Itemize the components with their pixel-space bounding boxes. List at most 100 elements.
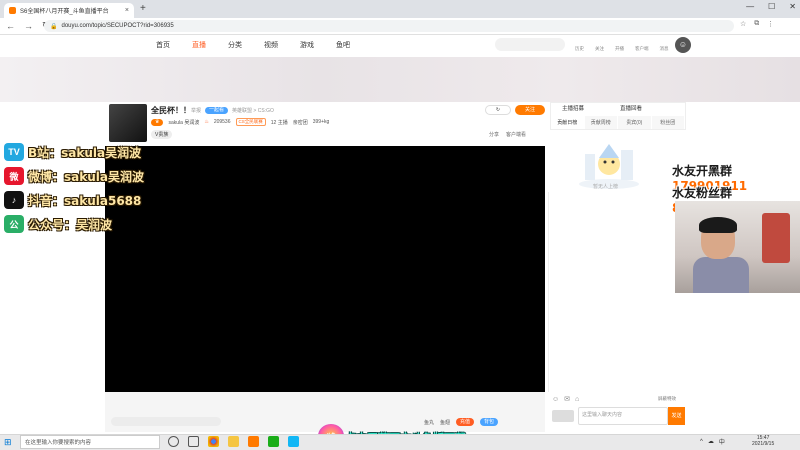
browser-tab[interactable]: S6全国杯八月开赛_斗鱼直播平台 × [4, 3, 134, 18]
fans-badge[interactable] [552, 410, 574, 422]
extensions-icon[interactable]: ⧉ [754, 20, 759, 28]
room-title: 全民杯！！ [151, 106, 191, 115]
minimize-button[interactable]: — [746, 2, 754, 11]
bilibili-icon: TV [4, 143, 24, 161]
tab-daily-rank[interactable]: 贡献日榜 [551, 116, 585, 129]
backpack-button[interactable]: 背包 [480, 418, 499, 426]
user-avatar[interactable]: ☺ [675, 37, 691, 53]
group-label: 水友开黑群 [672, 164, 733, 178]
social-text: 抖音：sakula5688 [28, 193, 142, 208]
streamer-figure [693, 217, 749, 293]
chrome-icon[interactable] [208, 436, 219, 447]
qq-icon[interactable] [288, 436, 299, 447]
douyu-icon[interactable] [248, 436, 259, 447]
site-header-icons: 历史 关注 开播 客户端 消息 [575, 46, 669, 52]
clock-date: 2021/9/15 [752, 441, 775, 447]
close-window-button[interactable]: ✕ [789, 2, 796, 11]
fishfin-button[interactable]: 鱼翅 [440, 419, 450, 426]
weight-value: 399+kg [312, 119, 330, 125]
social-overlay: TV B站：sakula吴润波 微 微博：sakula吴润波 ♪ 抖音：saku… [4, 142, 144, 234]
emoji-icon[interactable]: ☺ [552, 396, 559, 403]
barrage-input[interactable] [111, 417, 221, 426]
share-button[interactable]: 分享 [489, 131, 499, 138]
tab-replay[interactable]: 直播回看 [620, 104, 642, 112]
window-controls: — ☐ ✕ [746, 2, 796, 11]
tab-vip[interactable]: 贵宾(0) [618, 116, 652, 129]
vip-badge[interactable]: V贵族 [151, 130, 173, 139]
recharge-button[interactable]: 充值 [456, 418, 475, 426]
message-link[interactable]: 消息 [660, 46, 669, 52]
tab-close-icon[interactable]: × [125, 7, 129, 14]
gift-icon[interactable]: ⌂ [575, 396, 579, 403]
taskbar-apps [168, 436, 299, 447]
level-badge: ♛ [151, 118, 164, 126]
fans-group[interactable]: 亲密团 [293, 119, 308, 126]
client-watch-button[interactable]: 客户端看 [506, 131, 526, 138]
follow-link[interactable]: 关注 [595, 46, 604, 52]
onedrive-icon[interactable]: ☁ [708, 438, 714, 445]
new-tab-button[interactable]: + [140, 3, 146, 14]
forward-icon[interactable]: → [24, 21, 33, 31]
follow-button[interactable]: 关注 [515, 105, 545, 115]
nav-category[interactable]: 分类 [228, 40, 242, 50]
mail-icon[interactable]: ✉ [564, 395, 570, 403]
social-bilibili: TV B站：sakula吴润波 [4, 142, 141, 162]
nav-yuba[interactable]: 鱼吧 [336, 40, 350, 50]
streamer-info-row: ♛ sakula 吴润波 ♨ 209536 CS全民联赛 12 主播 亲密团 3… [151, 118, 329, 126]
menu-icon[interactable]: ⋮ [767, 20, 774, 28]
social-weibo: 微 微博：sakula吴润波 [4, 166, 144, 186]
cortana-icon[interactable] [168, 436, 179, 447]
url-text: douyu.com/topic/SECUPOCT?rid=306935 [61, 23, 174, 29]
tray-expand-icon[interactable]: ^ [700, 439, 703, 445]
wechat-app-icon[interactable] [268, 436, 279, 447]
taskbar-search-input[interactable]: 在这里输入你要搜索的内容 [20, 435, 160, 449]
room-tag[interactable]: 一起看 [205, 107, 229, 114]
chat-tools: ☺ ✉ ⌂ [552, 395, 579, 404]
social-douyin: ♪ 抖音：sakula5688 [4, 190, 141, 210]
task-view-icon[interactable] [188, 436, 199, 447]
maximize-button[interactable]: ☐ [768, 2, 775, 11]
social-text: 微博：sakula吴润波 [28, 169, 144, 184]
windows-start-icon[interactable]: ⊞ [4, 437, 12, 448]
nav-video[interactable]: 视频 [264, 40, 278, 50]
shield-effects-toggle[interactable]: 屏蔽特效 [658, 396, 676, 402]
nav-game[interactable]: 游戏 [300, 40, 314, 50]
browser-extensions: ☆ ⧉ ⋮ [740, 20, 774, 28]
empty-rank-text: 暂无人上榜 [593, 184, 619, 190]
room-tags: 举报 一起看 英雄联盟 > CS:GO [191, 107, 274, 114]
history-link[interactable]: 历史 [575, 46, 584, 52]
client-link[interactable]: 客户端 [635, 46, 649, 52]
back-icon[interactable]: ← [6, 21, 15, 31]
rank-top-tabs: 主播招募 直播回看 [562, 104, 642, 112]
send-button[interactable]: 发送 [668, 407, 685, 425]
streamer-name[interactable]: sakula 吴润波 [168, 119, 199, 126]
video-player[interactable] [105, 146, 545, 392]
fishball-button[interactable]: 鱼丸 [424, 419, 434, 426]
webcam-feed [675, 201, 800, 293]
folder-icon[interactable] [228, 436, 239, 447]
refresh-icon[interactable]: ↻ [485, 105, 511, 115]
bookmark-star-icon[interactable]: ☆ [740, 20, 746, 28]
header-banner [0, 57, 800, 102]
event-badge[interactable]: CS全民联赛 [235, 118, 266, 126]
hot-count: 209536 [213, 119, 231, 125]
browser-nav: ← → ↻ [6, 20, 50, 31]
report-link[interactable]: 举报 [191, 107, 201, 114]
ime-icon[interactable]: 中 [719, 437, 725, 446]
chat-input[interactable]: 这里输入聊天内容 [578, 407, 668, 425]
tab-weekly-rank[interactable]: 贡献周榜 [584, 116, 618, 129]
nav-live[interactable]: 直播 [192, 40, 206, 50]
nav-home[interactable]: 首页 [156, 40, 170, 50]
site-search-input[interactable] [495, 38, 565, 51]
chat-area [548, 192, 688, 392]
tab-recruit[interactable]: 主播招募 [562, 104, 584, 112]
broadcast-link[interactable]: 开播 [615, 46, 624, 52]
room-category[interactable]: 英雄联盟 > CS:GO [232, 107, 274, 114]
social-text: B站：sakula吴润波 [28, 145, 142, 160]
douyin-icon: ♪ [4, 191, 24, 209]
streamer-avatar[interactable] [109, 104, 147, 142]
url-field[interactable]: 🔒 douyu.com/topic/SECUPOCT?rid=306935 [44, 20, 734, 32]
social-wechat: 公 公众号：吴润波 [4, 214, 112, 234]
tab-fans[interactable]: 粉丝团 [651, 116, 685, 129]
taskbar-clock[interactable]: 15:47 2021/9/15 [752, 435, 774, 447]
